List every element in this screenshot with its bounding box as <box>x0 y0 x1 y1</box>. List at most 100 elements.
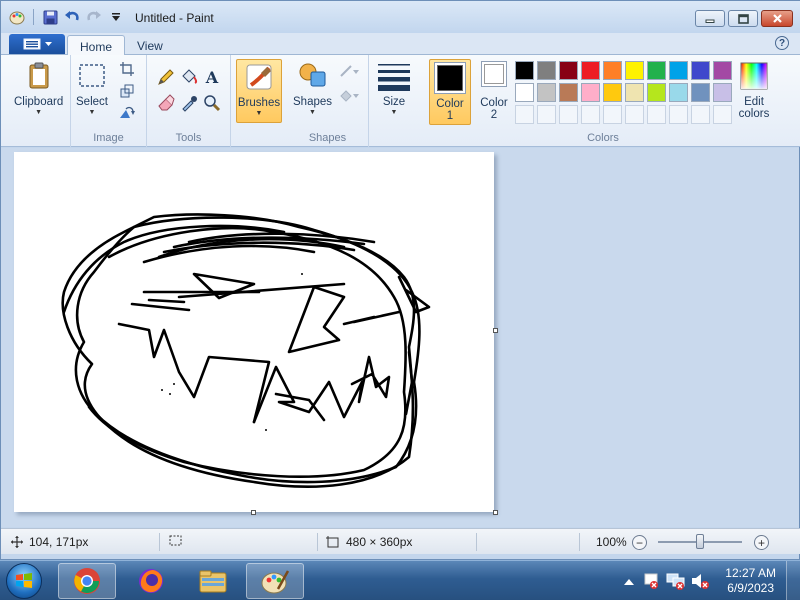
minimize-button[interactable] <box>695 10 725 27</box>
palette-swatch[interactable] <box>559 83 578 102</box>
resize-handle-corner[interactable] <box>493 510 498 515</box>
shapes-label: Shapes <box>293 96 333 108</box>
taskbar-firefox[interactable] <box>122 563 180 599</box>
edit-colors-button[interactable]: Edit colors <box>737 59 771 120</box>
palette-custom-slot[interactable] <box>691 105 710 124</box>
zoom-slider-thumb[interactable] <box>696 534 704 549</box>
customize-qat-icon[interactable] <box>108 9 124 25</box>
taskbar-chrome[interactable] <box>58 563 116 599</box>
zoom-in-button[interactable]: + <box>754 535 769 550</box>
clipboard-group: Clipboard ▼ <box>9 55 71 147</box>
color1-fill <box>437 65 463 91</box>
rotate-icon[interactable] <box>117 103 137 123</box>
palette-swatch[interactable] <box>713 83 732 102</box>
brushes-button[interactable]: Brushes ▼ <box>236 59 282 123</box>
palette-swatch[interactable] <box>669 83 688 102</box>
save-icon[interactable] <box>42 9 58 25</box>
drawing-canvas[interactable] <box>14 152 494 512</box>
palette-swatch[interactable] <box>691 61 710 80</box>
crop-icon[interactable] <box>117 59 137 79</box>
palette-swatch[interactable] <box>669 61 688 80</box>
redo-icon[interactable] <box>86 9 102 25</box>
shapes-button[interactable]: Shapes ▼ <box>293 59 332 116</box>
undo-icon[interactable] <box>64 9 80 25</box>
color-palette <box>515 61 732 124</box>
network-alert-icon[interactable] <box>666 572 686 593</box>
quick-access-toolbar <box>9 9 124 25</box>
palette-swatch[interactable] <box>713 61 732 80</box>
palette-custom-slot[interactable] <box>669 105 688 124</box>
palette-swatch[interactable] <box>537 61 556 80</box>
pencil-icon[interactable] <box>156 67 176 87</box>
palette-swatch[interactable] <box>647 83 666 102</box>
clock-time: 12:27 AM <box>725 566 776 580</box>
resize-icon[interactable] <box>117 81 137 101</box>
palette-swatch[interactable] <box>625 83 644 102</box>
fill-bucket-icon[interactable] <box>179 67 199 87</box>
canvas-size-text: 480 × 360px <box>346 535 413 549</box>
zoom-out-button[interactable]: − <box>632 535 647 550</box>
color2-button[interactable]: Color 2 <box>475 59 513 121</box>
paint-menu-button[interactable] <box>9 34 65 54</box>
title-bar: Untitled - Paint <box>1 1 800 33</box>
start-button[interactable] <box>6 563 42 599</box>
palette-custom-slot[interactable] <box>581 105 600 124</box>
palette-swatch[interactable] <box>537 83 556 102</box>
tab-home[interactable]: Home <box>67 35 126 56</box>
resize-handle-right[interactable] <box>493 328 498 333</box>
select-button[interactable]: Select ▼ <box>75 59 109 116</box>
taskbar-file-explorer[interactable] <box>184 563 242 599</box>
palette-custom-slot[interactable] <box>559 105 578 124</box>
palette-custom-slot[interactable] <box>713 105 732 124</box>
canvas-workarea <box>1 148 799 527</box>
palette-custom-slot[interactable] <box>647 105 666 124</box>
palette-swatch[interactable] <box>691 83 710 102</box>
color-picker-icon[interactable] <box>179 93 199 113</box>
status-separator <box>159 533 160 551</box>
palette-swatch[interactable] <box>603 83 622 102</box>
taskbar-clock[interactable]: 12:27 AM 6/9/2023 <box>725 566 776 596</box>
zoom-level-text: 100% <box>596 535 627 549</box>
dropdown-arrow-icon: ▼ <box>88 109 96 116</box>
color1-button[interactable]: Color 1 <box>429 59 471 125</box>
palette-custom-slot[interactable] <box>603 105 622 124</box>
taskbar-paint[interactable] <box>246 563 304 599</box>
volume-muted-icon[interactable] <box>690 572 710 593</box>
size-button[interactable]: Size ▼ <box>377 59 411 116</box>
resize-handle-bottom[interactable] <box>251 510 256 515</box>
paint-app-icon[interactable] <box>9 9 25 25</box>
clock-date: 6/9/2023 <box>727 581 774 595</box>
palette-custom-slot[interactable] <box>537 105 556 124</box>
eraser-icon[interactable] <box>156 93 176 113</box>
palette-swatch[interactable] <box>581 83 600 102</box>
cursor-position-text: 104, 171px <box>29 535 89 549</box>
image-group: Select ▼ Image <box>71 55 147 147</box>
palette-swatch[interactable] <box>581 61 600 80</box>
palette-swatch[interactable] <box>559 61 578 80</box>
text-tool-icon[interactable]: A <box>202 67 222 87</box>
show-desktop-button[interactable] <box>786 561 800 600</box>
dropdown-arrow-icon: ▼ <box>255 110 263 117</box>
action-center-alert-icon[interactable] <box>642 572 660 593</box>
palette-custom-slot[interactable] <box>515 105 534 124</box>
color2-fill <box>484 64 504 84</box>
show-hidden-icons-icon[interactable] <box>624 575 634 589</box>
window-title: Untitled - Paint <box>135 11 214 25</box>
close-button[interactable] <box>761 10 793 27</box>
tools-group-label: Tools <box>175 132 202 144</box>
palette-swatch[interactable] <box>625 61 644 80</box>
magnifier-icon[interactable] <box>202 93 222 113</box>
palette-swatch[interactable] <box>603 61 622 80</box>
outline-icon[interactable] <box>337 61 361 81</box>
color1-number: 1 <box>446 110 454 122</box>
image-group-label: Image <box>93 132 124 144</box>
fill-icon[interactable] <box>337 85 361 105</box>
clipboard-button[interactable]: Clipboard ▼ <box>14 59 63 116</box>
maximize-button[interactable] <box>728 10 758 27</box>
palette-swatch[interactable] <box>647 61 666 80</box>
palette-swatch[interactable] <box>515 61 534 80</box>
palette-custom-slot[interactable] <box>625 105 644 124</box>
help-icon[interactable]: ? <box>775 36 789 50</box>
palette-swatch[interactable] <box>515 83 534 102</box>
tab-view[interactable]: View <box>125 35 175 56</box>
